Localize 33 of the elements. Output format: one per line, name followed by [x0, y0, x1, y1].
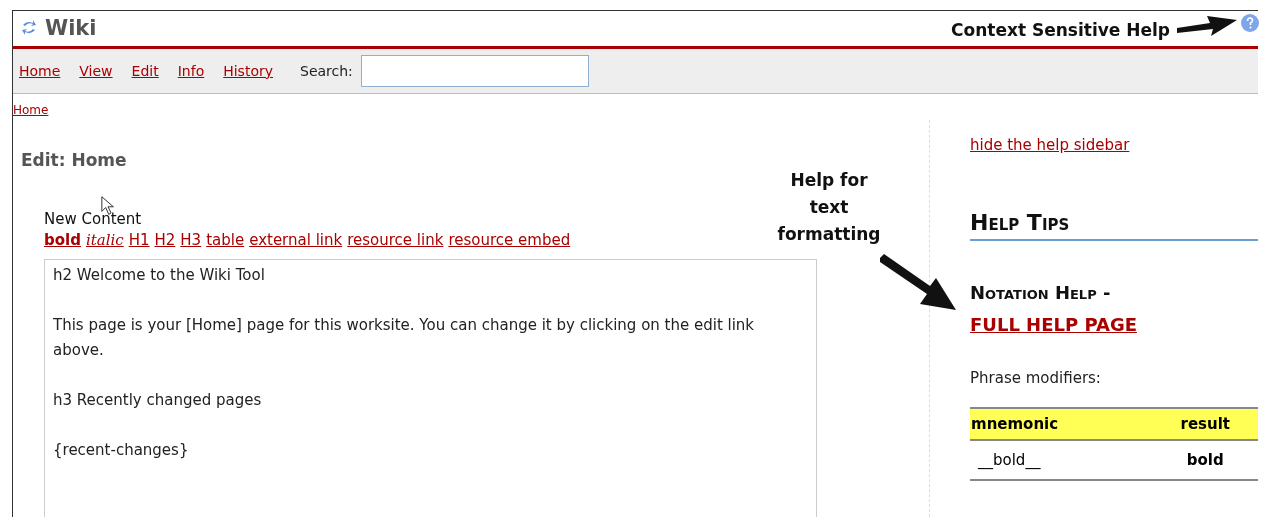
field-label: New Content: [44, 210, 142, 228]
format-link[interactable]: resource embed: [448, 231, 571, 249]
search-field[interactable]: [360, 54, 589, 87]
callout-text: Help for text formatting: [776, 169, 882, 246]
breadcrumb-link[interactable]: Home: [13, 102, 49, 117]
table-cell: __bold__: [970, 440, 1153, 480]
format-link[interactable]: resource link: [347, 231, 444, 249]
editor-field[interactable]: h2 Welcome to the Wiki Tool This page is your [Home] page for this worksite. You can change it by clicking on the edit link above. h3 Recently changed pages {recent-changes}: [44, 259, 817, 517]
hide-sidebar-link[interactable]: hide the help sidebar: [970, 136, 1130, 154]
nav-link[interactable]: Edit: [131, 62, 159, 79]
format-link[interactable]: H3: [180, 231, 202, 249]
column-header: result: [1152, 408, 1258, 440]
page-title: Wiki: [45, 16, 97, 41]
search-label: Search:: [300, 62, 353, 79]
format-link[interactable]: H1: [128, 231, 150, 249]
format-link[interactable]: table: [206, 231, 245, 249]
notation-heading: Notation Help -: [970, 282, 1111, 303]
nav-link[interactable]: Info: [177, 62, 205, 79]
nav-link[interactable]: History: [223, 62, 273, 79]
nav-link[interactable]: Home: [19, 62, 61, 79]
help-icon[interactable]: [1240, 13, 1260, 33]
format-link[interactable]: H2: [154, 231, 176, 249]
edit-heading: Edit: Home: [21, 150, 128, 170]
nav-link[interactable]: View: [79, 62, 113, 79]
format-link[interactable]: italic: [85, 231, 124, 249]
column-header: mnemonic: [970, 408, 1153, 440]
full-help-link[interactable]: FULL HELP PAGE: [970, 314, 1137, 335]
format-link[interactable]: bold: [44, 231, 81, 249]
table-cell: bold: [1152, 440, 1258, 480]
help-tips-heading: Help Tips: [970, 210, 1258, 241]
format-link[interactable]: external link: [249, 231, 343, 249]
callout-text: Context Sensitive Help: [951, 20, 1170, 40]
phrase-label: Phrase modifiers:: [970, 369, 1102, 387]
